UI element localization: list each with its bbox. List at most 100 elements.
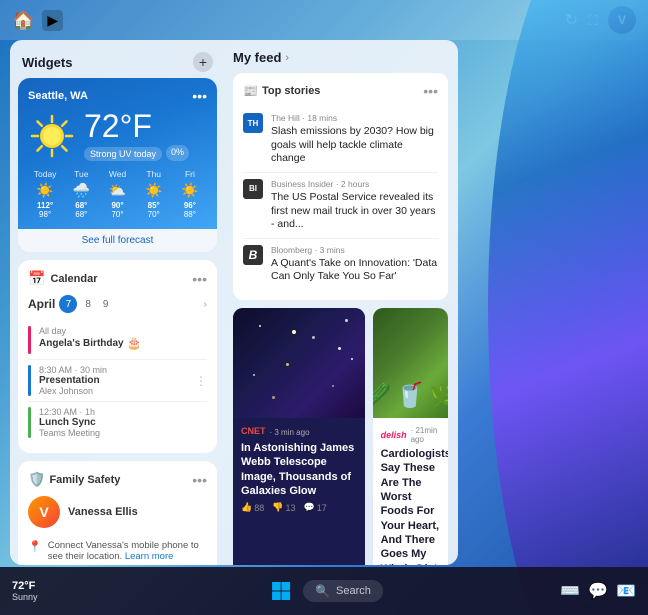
galaxy-headline: In Astonishing James Webb Telescope Imag… [241, 441, 357, 498]
sun-icon [28, 112, 76, 160]
news-grid: 📰 Top stories ••• TH The Hill · 18 mins … [233, 73, 448, 565]
windows-logo [271, 581, 291, 601]
galaxy-source: CNET [241, 426, 266, 436]
calendar-expand-icon[interactable]: › [204, 299, 207, 310]
event-time-2: 12:30 AM · 1h [39, 407, 207, 417]
sidebar: Widgets + Seattle, WA ••• [10, 40, 225, 565]
story-source-1: Business Insider · 2 hours [271, 179, 438, 189]
add-widget-button[interactable]: + [193, 52, 213, 72]
forecast-icon-4: ☀️ [173, 182, 207, 199]
shield-icon: 🛡️ [28, 471, 45, 488]
event-bar-green [28, 407, 31, 438]
galaxy-reactions: 👍88 👎13 💬17 [241, 502, 357, 513]
forecast-day-0: Today ☀️ 112°98° [28, 169, 62, 219]
veggie-icon-0: 🥒 [373, 381, 392, 410]
forecast-temps-2: 90°70° [100, 201, 134, 219]
top-stories-title: Top stories [262, 85, 320, 97]
calendar-event-0[interactable]: All day Angela's Birthday 🎂 [28, 321, 207, 360]
weather-widget: Seattle, WA ••• [18, 78, 217, 252]
event-bar-pink [28, 326, 31, 354]
weather-location: Seattle, WA [28, 90, 88, 102]
calendar-month-row: April 7 8 9 › [28, 295, 207, 313]
galaxy-comments: 💬17 [303, 502, 326, 513]
veggie-icon-1: 🥤 [395, 381, 425, 410]
uv-label: Strong UV today [84, 147, 162, 161]
calendar-day-9: 9 [99, 298, 113, 311]
family-content: 🛡️ Family Safety ••• V Vanessa Ellis 📍 C… [18, 461, 217, 565]
family-location-text: Connect Vanessa's mobile phone to see th… [48, 540, 207, 562]
media-icon[interactable]: ▶ [42, 10, 63, 31]
taskbar-center: 🔍 Search [265, 575, 383, 607]
event-emoji-0: 🎂 [127, 336, 142, 350]
story-badge-hill: TH [243, 113, 263, 133]
person-name: Vanessa Ellis [68, 506, 138, 518]
event-title-0: Angela's Birthday [39, 338, 124, 349]
temperature-block: 72°F Strong UV today 0% [84, 110, 207, 161]
food-visual: 🥒 🥤 🌿 [373, 308, 448, 418]
taskbar-icon-mail[interactable]: 📧 [616, 581, 636, 601]
taskbar-icon-keyboard[interactable]: ⌨️ [560, 581, 580, 601]
galaxy-dislikes: 👎13 [272, 502, 295, 513]
story-headline-2: A Quant's Take on Innovation: 'Data Can … [271, 257, 438, 284]
start-button[interactable] [265, 575, 297, 607]
forecast-label-2: Wed [100, 169, 134, 179]
event-title-1: Presentation [39, 375, 187, 386]
story-item-0[interactable]: TH The Hill · 18 mins Slash emissions by… [243, 107, 438, 173]
forecast-icon-2: ⛅ [100, 182, 134, 199]
story-headline-0: Slash emissions by 2030? How big goals w… [271, 125, 438, 166]
calendar-title: Calendar [50, 273, 192, 285]
search-bar[interactable]: 🔍 Search [303, 580, 383, 602]
uv-percent: 0% [166, 145, 189, 161]
taskbar-right: ⌨️ 💬 📧 [560, 581, 636, 601]
food-time: · 21min ago [411, 426, 440, 444]
food-headline: Cardiologists Say These Are The Worst Fo… [381, 447, 440, 565]
family-location-row: 📍 Connect Vanessa's mobile phone to see … [28, 536, 207, 565]
search-icon: 🔍 [315, 584, 330, 598]
calendar-header: 📅 Calendar ••• [28, 270, 207, 287]
galaxy-time: · 3 min ago [270, 428, 310, 437]
event-time-0: All day [39, 326, 207, 336]
forecast-day-1: Tue 🌧️ 68°68° [64, 169, 98, 219]
top-bar-left-icons: 🏠 ▶ [12, 10, 63, 31]
learn-more-link[interactable]: Learn more [125, 551, 174, 562]
story-item-2[interactable]: B Bloomberg · 3 mins A Quant's Take on I… [243, 239, 438, 290]
calendar-event-1[interactable]: 8:30 AM · 30 min Presentation Alex Johns… [28, 360, 207, 402]
calendar-day-8: 8 [81, 298, 95, 311]
event-info-1: 8:30 AM · 30 min Presentation Alex Johns… [39, 365, 187, 396]
calendar-menu-dots[interactable]: ••• [192, 271, 207, 287]
food-source: delish [381, 430, 407, 440]
top-stories-menu-dots[interactable]: ••• [423, 83, 438, 99]
family-header: 🛡️ Family Safety ••• [28, 471, 207, 488]
story-item-1[interactable]: BI Business Insider · 2 hours The US Pos… [243, 173, 438, 239]
feed-title: My feed [233, 50, 281, 65]
forecast-temps-3: 85°70° [137, 201, 171, 219]
home-icon[interactable]: 🏠 [12, 10, 34, 31]
taskbar-icon-chat[interactable]: 💬 [588, 581, 608, 601]
galaxy-news-card[interactable]: CNET · 3 min ago In Astonishing James We… [233, 308, 365, 565]
feed-header: My feed › [233, 50, 448, 65]
family-menu-dots[interactable]: ••• [192, 472, 207, 488]
see-forecast-link[interactable]: See full forecast [18, 229, 217, 252]
weather-menu-dots[interactable]: ••• [192, 88, 207, 104]
weather-header: Seattle, WA ••• [28, 88, 207, 104]
food-card-body: delish · 21min ago Cardiologists Say The… [373, 418, 448, 565]
forecast-label-3: Thu [137, 169, 171, 179]
forecast-label-1: Tue [64, 169, 98, 179]
event-subtitle-1: Alex Johnson [39, 386, 187, 396]
family-person: V Vanessa Ellis [28, 496, 207, 528]
forecast-day-4: Fri ☀️ 96°88° [173, 169, 207, 219]
feed-panel: My feed › 📰 Top stories ••• TH The Hill … [225, 40, 458, 565]
taskbar-left: 72°F Sunny [12, 580, 46, 602]
story-content-1: Business Insider · 2 hours The US Postal… [271, 179, 438, 232]
forecast-temps-1: 68°68° [64, 201, 98, 219]
taskbar-weather: 72°F Sunny [12, 580, 38, 602]
feed-expand-icon[interactable]: › [285, 52, 289, 64]
food-news-card[interactable]: 🥒 🥤 🌿 delish · 21min ago Cardiologists S… [373, 308, 448, 565]
top-stories-card[interactable]: 📰 Top stories ••• TH The Hill · 18 mins … [233, 73, 448, 300]
search-text: Search [336, 585, 371, 597]
forecast-icon-3: ☀️ [137, 182, 171, 199]
family-title: Family Safety [49, 474, 188, 486]
calendar-event-2[interactable]: 12:30 AM · 1h Lunch Sync Teams Meeting [28, 402, 207, 443]
event-menu-dots-1[interactable]: ⋮ [195, 374, 207, 388]
event-subtitle-2: Teams Meeting [39, 428, 207, 438]
